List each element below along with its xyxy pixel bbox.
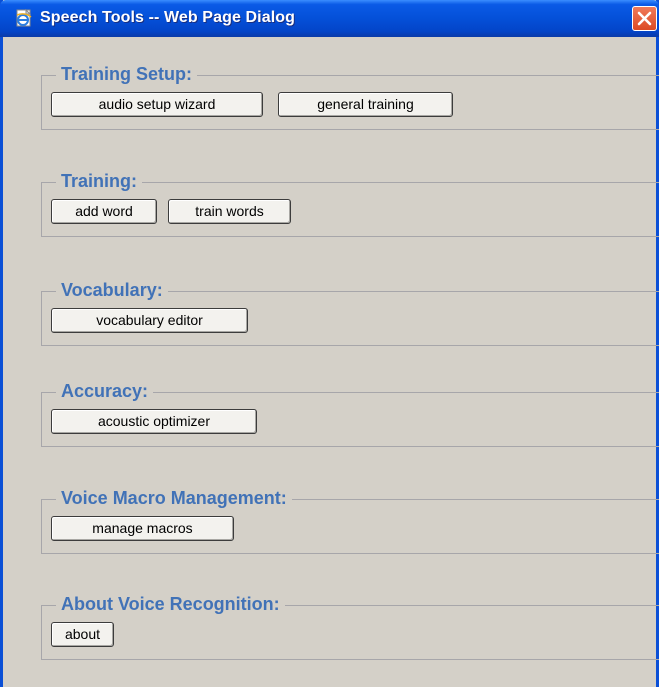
manage-macros-button[interactable]: manage macros [51, 516, 234, 541]
group-accuracy: Accuracy: acoustic optimizer [41, 379, 659, 447]
ie-page-icon [15, 8, 34, 28]
group-training-setup: Training Setup: audio setup wizard gener… [41, 62, 659, 130]
vocabulary-editor-button[interactable]: vocabulary editor [51, 308, 248, 333]
general-training-button[interactable]: general training [278, 92, 453, 117]
train-words-button[interactable]: train words [168, 199, 291, 224]
close-button[interactable] [632, 6, 657, 31]
group-vocabulary: Vocabulary: vocabulary editor [41, 278, 659, 346]
title-bar[interactable]: Speech Tools -- Web Page Dialog [0, 0, 659, 37]
legend-vocabulary: Vocabulary: [56, 278, 168, 302]
about-button[interactable]: about [51, 622, 114, 647]
audio-setup-wizard-button[interactable]: audio setup wizard [51, 92, 263, 117]
group-about-voice-recognition: About Voice Recognition: about [41, 592, 659, 660]
group-voice-macro-management: Voice Macro Management: manage macros [41, 486, 659, 554]
acoustic-optimizer-button[interactable]: acoustic optimizer [51, 409, 257, 434]
legend-training-setup: Training Setup: [56, 62, 198, 86]
dialog-window: Speech Tools -- Web Page Dialog Training… [0, 0, 659, 687]
dialog-content: Training Setup: audio setup wizard gener… [3, 37, 659, 687]
legend-about-voice-recognition: About Voice Recognition: [56, 592, 285, 616]
window-title: Speech Tools -- Web Page Dialog [40, 9, 295, 26]
legend-accuracy: Accuracy: [56, 379, 154, 403]
add-word-button[interactable]: add word [51, 199, 157, 224]
legend-voice-macro-management: Voice Macro Management: [56, 486, 292, 510]
legend-training: Training: [56, 169, 142, 193]
group-training: Training: add word train words [41, 169, 659, 237]
close-icon [637, 11, 652, 26]
